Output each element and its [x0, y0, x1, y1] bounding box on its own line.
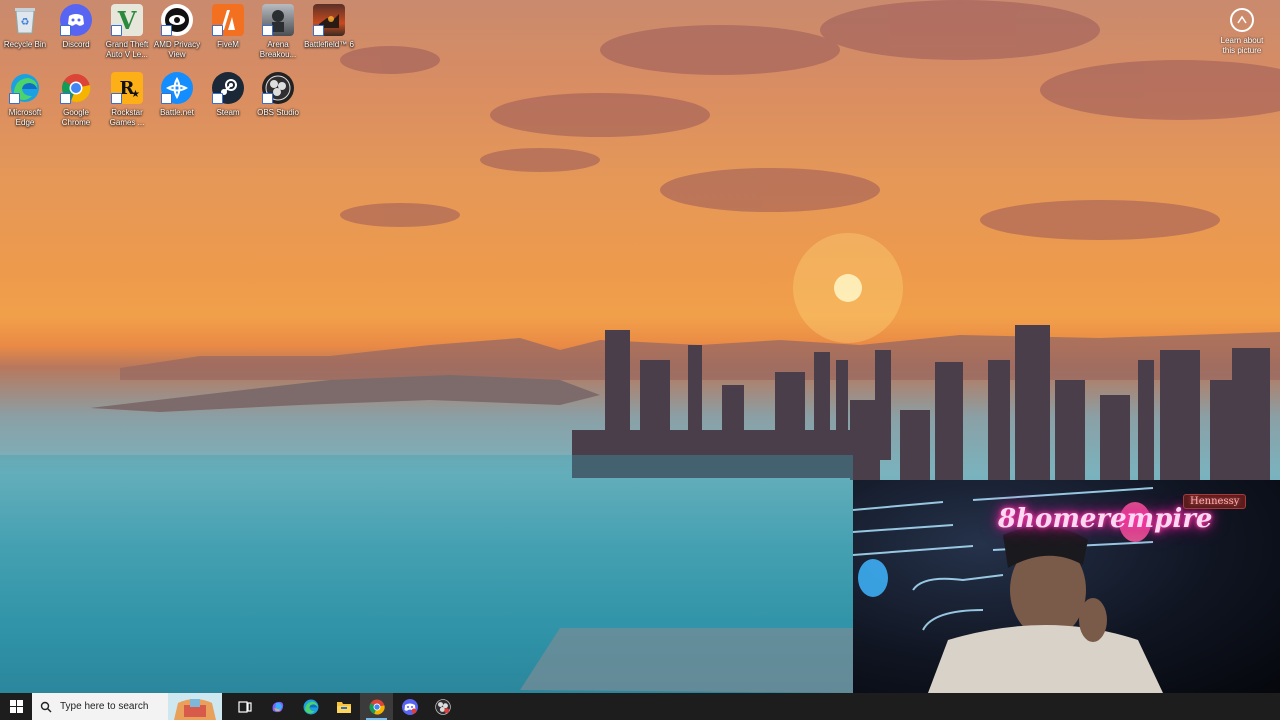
desktop-icon-battlenet[interactable]: Battle.net: [152, 72, 202, 118]
copilot-icon: [272, 701, 283, 712]
windows-icon: [9, 700, 23, 713]
desktop-icon-label: Recycle Bin: [3, 40, 47, 49]
chrome-icon: [60, 72, 92, 104]
arena-breakout-icon: [262, 4, 294, 36]
search-icon: [40, 701, 52, 712]
desktop-icon-rockstar-games[interactable]: R ★ Rockstar Games ...: [102, 72, 152, 128]
start-button[interactable]: [0, 693, 32, 720]
taskbar-task-view[interactable]: [228, 693, 261, 720]
gta-v-icon: V: [111, 4, 143, 36]
amd-privacy-view-icon: [161, 4, 193, 36]
desktop-icon-discord[interactable]: Discord: [51, 4, 101, 50]
learn-about-picture-button[interactable]: Learn about this picture: [1214, 8, 1270, 56]
search-highlight-illustration: [168, 693, 222, 720]
desktop-icon-gta-v[interactable]: V Grand Theft Auto V Le...: [102, 4, 152, 60]
fivem-icon: [212, 4, 244, 36]
taskbar-copilot[interactable]: [261, 693, 294, 720]
svg-text:♻: ♻: [21, 17, 30, 28]
discord-icon: [401, 698, 418, 715]
desktop-icon-label: Arena Breakou...: [259, 40, 297, 59]
obs-icon: [262, 72, 294, 104]
desktop-icon-steam[interactable]: Steam: [203, 72, 253, 118]
file-explorer-icon: [336, 701, 351, 713]
desktop-icon-amd-privacy-view[interactable]: AMD Privacy View: [152, 4, 202, 60]
desktop-icon-label: Microsoft Edge: [8, 108, 42, 127]
desktop-icon-label: Battlefield™ 6: [304, 40, 354, 49]
learn-about-label: Learn about this picture: [1220, 36, 1264, 55]
edge-icon: [9, 72, 41, 104]
taskbar-edge[interactable]: [294, 693, 327, 720]
desktop-icon-label: AMD Privacy View: [153, 40, 201, 59]
camera-icon: [1230, 8, 1254, 32]
task-view-icon: [237, 700, 252, 713]
taskbar-discord[interactable]: [393, 693, 426, 720]
desktop-icon-recycle-bin[interactable]: ♻ Recycle Bin: [0, 4, 50, 50]
desktop-icon-label: Steam: [216, 108, 240, 117]
neon-sign-hennessy: Hennessy: [1183, 494, 1247, 509]
steam-icon: [212, 72, 244, 104]
desktop-icon-label: Discord: [62, 40, 90, 49]
desktop-icon-label: Google Chrome: [61, 108, 91, 127]
webcam-overlay: 8homerempire Hennessy: [853, 480, 1280, 693]
taskbar-file-explorer[interactable]: [327, 693, 360, 720]
obs-icon: [434, 698, 451, 715]
desktop-icon-battlefield[interactable]: Battlefield™ 6: [304, 4, 354, 50]
desktop-icon-google-chrome[interactable]: Google Chrome: [51, 72, 101, 128]
battlenet-icon: [161, 72, 193, 104]
chrome-icon: [369, 699, 385, 714]
desktop-icon-label: FiveM: [217, 40, 239, 49]
discord-icon: [60, 4, 92, 36]
recycle-bin-icon: ♻: [9, 4, 41, 36]
taskbar-search-box[interactable]: Type here to search: [32, 693, 222, 720]
desktop-icon-obs-studio[interactable]: OBS Studio: [253, 72, 303, 118]
desktop-icon-label: Grand Theft Auto V Le...: [105, 40, 149, 59]
desktop-icon-label: Battle.net: [160, 108, 194, 117]
taskbar-obs[interactable]: [426, 693, 459, 720]
desktop-icon-label: OBS Studio: [257, 108, 299, 117]
desktop-icon-arena-breakout[interactable]: Arena Breakou...: [253, 4, 303, 60]
desktop-icon-fivem[interactable]: FiveM: [203, 4, 253, 50]
desktop-icon-label: Rockstar Games ...: [109, 108, 145, 127]
desktop-icon-microsoft-edge[interactable]: Microsoft Edge: [0, 72, 50, 128]
battlefield-icon: [313, 4, 345, 36]
taskbar: Type here to search: [0, 693, 1280, 720]
taskbar-chrome[interactable]: [360, 693, 393, 720]
search-placeholder: Type here to search: [60, 701, 149, 712]
edge-icon: [303, 699, 318, 714]
rockstar-icon: R ★: [111, 72, 143, 104]
neon-sign-main: 8homerempire: [998, 504, 1213, 534]
